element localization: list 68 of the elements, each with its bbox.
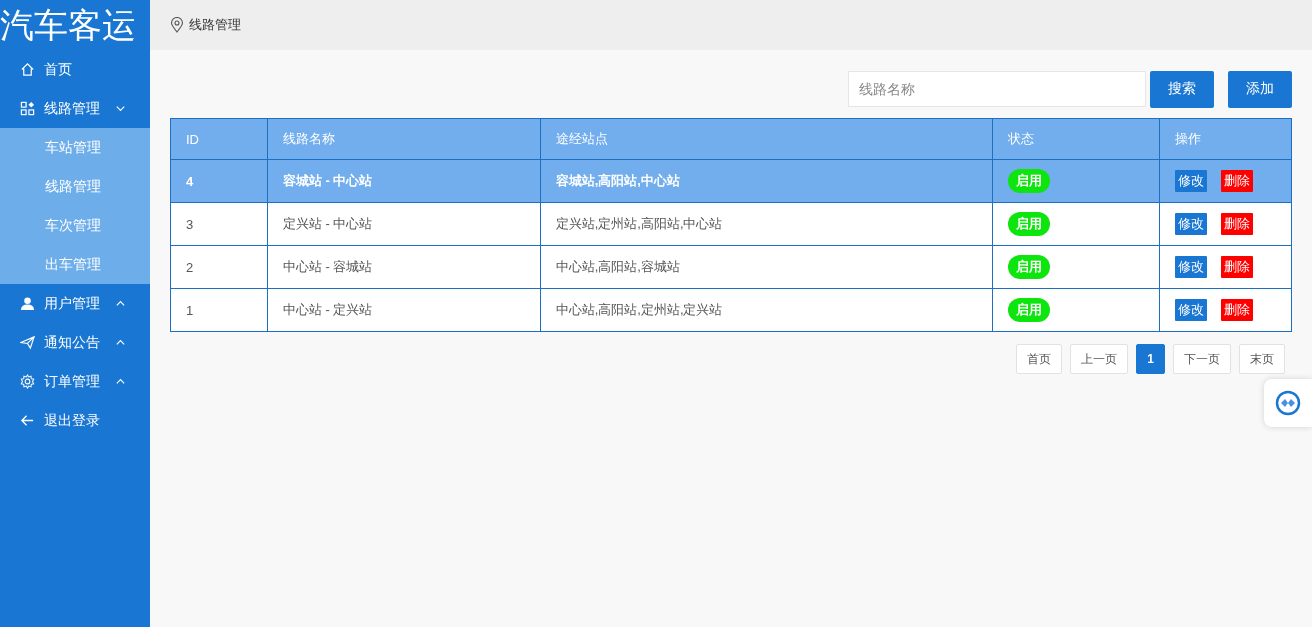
pagination-button[interactable]: 首页: [1016, 344, 1063, 374]
chevron-up-icon: [115, 298, 126, 309]
menu-label: 线路管理: [44, 99, 100, 118]
table-cell: 定兴站 - 中心站: [267, 202, 541, 246]
status-tag: 启用: [1008, 169, 1051, 193]
delete-button[interactable]: 删除: [1221, 256, 1254, 278]
back-arrow-icon: [20, 413, 35, 428]
breadcrumb: 线路管理: [189, 16, 241, 34]
home-icon: [20, 62, 35, 77]
column-header: 状态: [992, 118, 1160, 160]
menu-label: 用户管理: [44, 294, 100, 313]
status-tag: 启用: [1008, 298, 1051, 322]
status-tag: 启用: [1008, 212, 1051, 236]
submenu-item[interactable]: 线路管理: [0, 167, 150, 206]
chevron-up-icon: [115, 376, 126, 387]
table-cell: 中心站,高阳站,定州站,定兴站: [540, 288, 993, 332]
table-cell: 定兴站,定州站,高阳站,中心站: [540, 202, 993, 246]
table-cell: 2: [170, 245, 268, 289]
pagination-button[interactable]: 末页: [1239, 344, 1285, 374]
search-button[interactable]: 搜索: [1150, 70, 1214, 108]
table-cell: 1: [170, 288, 268, 332]
table-cell: 容城站,高阳站,中心站: [540, 159, 993, 203]
sidebar-item[interactable]: 首页: [0, 50, 150, 89]
edit-button[interactable]: 修改: [1175, 299, 1208, 321]
edit-button[interactable]: 修改: [1175, 213, 1208, 235]
delete-button[interactable]: 删除: [1221, 213, 1254, 235]
pagination-button[interactable]: 上一页: [1070, 344, 1129, 374]
table-cell: 容城站 - 中心站: [267, 159, 541, 203]
edit-button[interactable]: 修改: [1175, 256, 1208, 278]
menu-label: 首页: [44, 60, 72, 79]
table-cell: 中心站,高阳站,容城站: [540, 245, 993, 289]
app-logo-title: 汽车客运: [0, 5, 137, 46]
floating-widget[interactable]: [1264, 379, 1312, 427]
column-header: 途经站点: [540, 118, 993, 160]
add-button[interactable]: 添加: [1228, 70, 1292, 108]
table-cell: 中心站 - 容城站: [267, 245, 541, 289]
menu-label: 通知公告: [44, 333, 100, 352]
delete-button[interactable]: 删除: [1221, 170, 1254, 192]
submenu-item[interactable]: 出车管理: [0, 245, 150, 284]
column-header: 线路名称: [267, 118, 541, 160]
pagination-button[interactable]: 1: [1136, 344, 1165, 374]
gear-icon: [20, 374, 35, 389]
grid-icon: [20, 101, 35, 116]
submenu-item[interactable]: 车次管理: [0, 206, 150, 245]
sidebar-item[interactable]: 用户管理: [0, 284, 150, 323]
sidebar-item[interactable]: 退出登录: [0, 401, 150, 440]
edit-button[interactable]: 修改: [1175, 170, 1208, 192]
diamond-logo-icon: [1275, 390, 1301, 416]
column-header: ID: [170, 118, 268, 160]
chevron-up-icon: [115, 337, 126, 348]
table-cell: 4: [170, 159, 268, 203]
pagination-button[interactable]: 下一页: [1173, 344, 1231, 374]
sidebar-item[interactable]: 线路管理: [0, 89, 150, 128]
delete-button[interactable]: 删除: [1221, 299, 1254, 321]
column-header: 操作: [1159, 118, 1292, 160]
table-cell: 3: [170, 202, 268, 246]
location-pin-icon: [170, 17, 184, 33]
chevron-down-icon: [115, 103, 126, 114]
paper-plane-icon: [20, 335, 35, 350]
sidebar-item[interactable]: 通知公告: [0, 323, 150, 362]
user-icon: [20, 296, 35, 311]
table-cell: 中心站 - 定兴站: [267, 288, 541, 332]
status-tag: 启用: [1008, 255, 1051, 279]
menu-label: 订单管理: [44, 372, 100, 391]
sidebar-item[interactable]: 订单管理: [0, 362, 150, 401]
search-field[interactable]: 线路名称: [848, 71, 1146, 107]
menu-label: 退出登录: [44, 411, 100, 430]
submenu-item[interactable]: 车站管理: [0, 128, 150, 167]
